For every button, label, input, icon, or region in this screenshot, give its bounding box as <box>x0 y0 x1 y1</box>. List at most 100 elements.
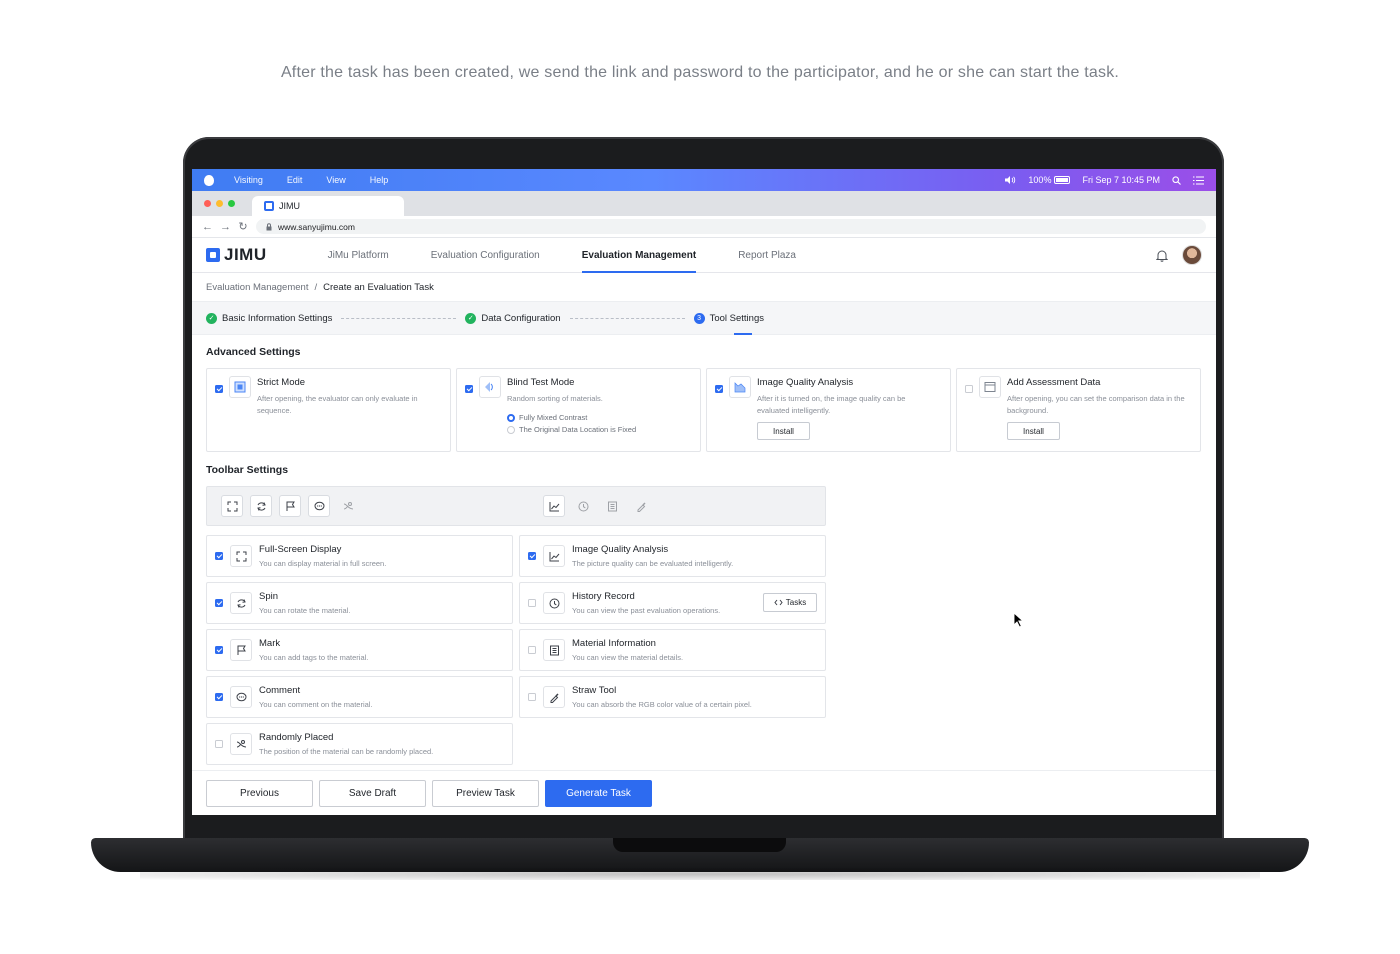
image-quality-analysis-checkbox[interactable] <box>715 385 723 393</box>
maximize-window-icon[interactable] <box>228 200 235 207</box>
tool-title: Comment <box>259 685 301 696</box>
toolbar-settings-title: Toolbar Settings <box>206 464 289 476</box>
nav-evaluation-management[interactable]: Evaluation Management <box>561 238 717 273</box>
document-icon[interactable] <box>601 495 623 517</box>
radio-selected[interactable] <box>507 413 515 422</box>
step-data-configuration[interactable]: ✓ Data Configuration <box>465 312 561 324</box>
image-quality-analysis-desc: After it is turned on, the image quality… <box>757 394 906 415</box>
image-quality-checkbox[interactable] <box>528 552 536 560</box>
shuffle-icon[interactable] <box>337 495 359 517</box>
flag-icon[interactable] <box>279 495 301 517</box>
blind-test-mode-card: Blind Test Mode Random sorting of materi… <box>456 368 701 452</box>
tool-desc: You can view the material details. <box>572 653 684 662</box>
rotate-icon[interactable] <box>250 495 272 517</box>
tool-card-mark: Mark You can add tags to the material. <box>206 629 513 671</box>
close-window-icon[interactable] <box>204 200 211 207</box>
step-connector <box>341 317 457 319</box>
history-record-checkbox[interactable] <box>528 599 536 607</box>
menubar-datetime[interactable]: Fri Sep 7 10:45 PM <box>1082 175 1160 185</box>
previous-button[interactable]: Previous <box>206 779 313 807</box>
tool-title: Full-Screen Display <box>259 544 342 555</box>
tool-desc: You can display material in full screen. <box>259 559 387 568</box>
option-fully-mixed[interactable]: Fully Mixed Contrast <box>507 413 687 422</box>
assessment-data-icon <box>979 376 1001 398</box>
menu-item-help[interactable]: Help <box>370 175 389 185</box>
battery-icon[interactable] <box>1054 176 1071 184</box>
notification-bell-icon[interactable] <box>1156 249 1168 262</box>
mark-checkbox[interactable] <box>215 646 223 654</box>
tool-card-image-quality: Image Quality Analysis The picture quali… <box>519 535 826 577</box>
step-tool-settings[interactable]: 3 Tool Settings <box>693 312 764 324</box>
browser-tab-title: JIMU <box>279 201 300 211</box>
mac-menubar: Visiting Edit View Help 100% Fri Sep 7 1… <box>192 169 1216 191</box>
page-caption: After the task has been created, we send… <box>280 64 1120 81</box>
chart-icon[interactable] <box>543 495 565 517</box>
active-step-underline <box>734 333 752 335</box>
reload-icon[interactable]: ↻ <box>238 220 248 233</box>
tool-desc: You can comment on the material. <box>259 700 373 709</box>
full-screen-checkbox[interactable] <box>215 552 223 560</box>
nav-evaluation-configuration[interactable]: Evaluation Configuration <box>410 238 561 272</box>
browser-tab-jimu[interactable]: JIMU <box>252 196 404 216</box>
generate-task-button[interactable]: Generate Task <box>545 779 652 807</box>
tool-title: Straw Tool <box>572 685 617 696</box>
back-arrow-icon[interactable]: ← <box>202 221 213 233</box>
laptop-screen: Visiting Edit View Help 100% Fri Sep 7 1… <box>192 169 1216 815</box>
strict-mode-checkbox[interactable] <box>215 385 223 393</box>
option-label: The Original Data Location is Fixed <box>519 425 637 434</box>
install-button[interactable]: Install <box>757 422 810 440</box>
randomly-placed-checkbox[interactable] <box>215 740 223 748</box>
save-draft-button[interactable]: Save Draft <box>319 779 426 807</box>
tasks-button[interactable]: Tasks <box>763 593 817 612</box>
menu-item-visiting[interactable]: Visiting <box>234 175 263 185</box>
preview-task-button[interactable]: Preview Task <box>432 779 539 807</box>
comment-icon[interactable] <box>308 495 330 517</box>
nav-report-plaza[interactable]: Report Plaza <box>717 238 817 272</box>
spotlight-search-icon[interactable] <box>1172 175 1181 185</box>
lock-icon <box>266 222 272 231</box>
volume-icon[interactable] <box>1004 175 1016 185</box>
minimize-window-icon[interactable] <box>216 200 223 207</box>
mouse-cursor-icon <box>1013 612 1025 628</box>
control-center-icon[interactable] <box>1193 175 1204 185</box>
spin-checkbox[interactable] <box>215 599 223 607</box>
advanced-settings-title: Advanced Settings <box>206 346 301 358</box>
strict-mode-card: Strict Mode After opening, the evaluator… <box>206 368 451 452</box>
image-quality-analysis-card: Image Quality Analysis After it is turne… <box>706 368 951 452</box>
favicon-icon <box>264 201 274 211</box>
nav-jimu-platform[interactable]: JiMu Platform <box>307 238 410 272</box>
flag-icon <box>230 639 252 661</box>
clock-icon <box>543 592 565 614</box>
breadcrumb-parent[interactable]: Evaluation Management <box>206 282 308 293</box>
app-header: JIMU JiMu Platform Evaluation Configurat… <box>192 238 1216 273</box>
tool-desc: The picture quality can be evaluated int… <box>572 559 734 568</box>
tool-card-randomly-placed: Randomly Placed The position of the mate… <box>206 723 513 765</box>
eyedropper-icon[interactable] <box>630 495 652 517</box>
add-assessment-data-card: Add Assessment Data After opening, you c… <box>956 368 1201 452</box>
material-information-checkbox[interactable] <box>528 646 536 654</box>
comment-checkbox[interactable] <box>215 693 223 701</box>
apple-icon[interactable] <box>204 174 214 186</box>
menu-item-edit[interactable]: Edit <box>287 175 303 185</box>
image-quality-analysis-title: Image Quality Analysis <box>757 377 854 388</box>
menu-item-view[interactable]: View <box>326 175 345 185</box>
browser-tabbar: JIMU <box>192 191 1216 216</box>
blind-test-mode-checkbox[interactable] <box>465 385 473 393</box>
forward-arrow-icon[interactable]: → <box>220 221 231 233</box>
browser-addressbar: ← → ↻ www.sanyujimu.com <box>192 216 1216 238</box>
radio-unselected[interactable] <box>507 425 515 434</box>
app-logo[interactable]: JIMU <box>206 245 267 265</box>
option-label: Fully Mixed Contrast <box>519 413 588 422</box>
user-avatar[interactable] <box>1182 245 1202 265</box>
add-assessment-data-checkbox[interactable] <box>965 385 973 393</box>
document-icon <box>543 639 565 661</box>
install-button[interactable]: Install <box>1007 422 1060 440</box>
option-original-fixed[interactable]: The Original Data Location is Fixed <box>507 425 687 434</box>
fullscreen-icon[interactable] <box>221 495 243 517</box>
clock-icon[interactable] <box>572 495 594 517</box>
step-basic-information[interactable]: ✓ Basic Information Settings <box>206 312 332 324</box>
chart-icon <box>543 545 565 567</box>
straw-tool-checkbox[interactable] <box>528 693 536 701</box>
url-field[interactable]: www.sanyujimu.com <box>256 219 1206 234</box>
add-assessment-data-title: Add Assessment Data <box>1007 377 1101 388</box>
